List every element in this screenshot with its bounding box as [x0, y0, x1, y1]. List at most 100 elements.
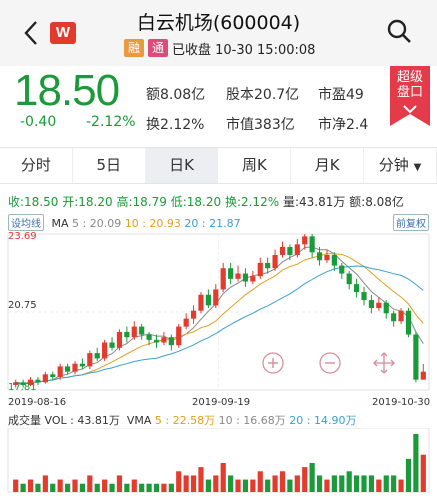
volume-bar — [124, 483, 130, 492]
vma20-value: 20 : 14.90万 — [289, 414, 357, 427]
volume-bar — [42, 475, 48, 492]
volume-bar — [324, 479, 330, 492]
move-icon[interactable] — [373, 352, 395, 374]
candle — [183, 318, 189, 327]
info-volume: 量:43.81万 — [282, 195, 346, 209]
candle — [346, 273, 352, 285]
candle — [50, 374, 56, 377]
volume-bar — [27, 479, 34, 492]
candle — [383, 302, 389, 314]
info-low: 低:18.20 — [170, 195, 222, 209]
market-status: 已收盘 10-30 15:00:08 — [172, 42, 316, 58]
candle — [64, 366, 71, 372]
volume-bar — [109, 483, 115, 492]
last-price: 18.50 — [14, 66, 120, 115]
volume-bar — [116, 475, 123, 492]
market-cap-stat: 市值383亿 — [226, 117, 295, 133]
volume-bar — [57, 479, 63, 492]
kline-chart[interactable] — [0, 228, 437, 396]
volume-bar — [257, 471, 263, 492]
volume-bar — [309, 463, 315, 492]
candle — [79, 363, 85, 367]
promo-line1: 超级 — [396, 70, 423, 85]
candle — [368, 300, 375, 309]
connect-badge: 通 — [148, 39, 168, 57]
volume-bar — [183, 475, 189, 492]
tab-minute-label: 分钟 — [378, 156, 409, 174]
volume-bar — [79, 483, 85, 492]
candle — [413, 334, 419, 380]
tab-intraday[interactable]: 分时 — [0, 148, 73, 183]
candle — [198, 294, 204, 311]
volume-bar — [20, 483, 26, 492]
vma-label: VMA — [126, 414, 152, 427]
zoom-in-icon[interactable] — [262, 352, 284, 374]
volume-bar — [72, 479, 78, 492]
equity-stat: 股本20.7亿 — [226, 87, 300, 103]
volume-bar — [176, 471, 182, 492]
volume-bar — [398, 479, 404, 492]
volume-bar — [405, 458, 412, 492]
candle — [139, 326, 145, 335]
tab-weekly-k[interactable]: 周K — [218, 148, 292, 183]
volume-bar — [383, 475, 389, 492]
candle — [94, 353, 100, 359]
tab-minute[interactable]: 分钟 ▼ — [364, 148, 437, 183]
tab-daily-k[interactable]: 日K — [145, 148, 219, 183]
candle — [102, 342, 108, 359]
margin-trading-badge: 融 — [124, 39, 144, 57]
candle — [168, 337, 174, 346]
period-tabs: 分时 5日 日K 周K 月K 分钟 ▼ — [0, 147, 437, 184]
super-orderbook-label[interactable]: 超级 盘口 — [390, 66, 430, 100]
candle — [250, 276, 256, 282]
candle — [309, 236, 315, 253]
pe-stat: 市盈49 — [318, 87, 364, 103]
volume-bar — [64, 483, 71, 492]
candle — [265, 262, 271, 269]
dropdown-arrow-icon: ▼ — [413, 162, 422, 173]
stock-title: 白云机场(600004) — [136, 12, 301, 34]
candle — [294, 244, 300, 255]
volume-bar — [146, 483, 152, 492]
volume-bar — [250, 479, 256, 492]
volume-bar — [87, 475, 93, 492]
zoom-out-icon[interactable] — [319, 352, 341, 374]
volume-bar — [35, 483, 41, 492]
y-axis-bottom: 17.81 — [8, 382, 37, 393]
tab-monthly-k[interactable]: 月K — [291, 148, 365, 183]
candle — [124, 331, 130, 338]
header-bar: W 白云机场(600004) 融 通 已收盘 10-30 15:00:08 — [0, 0, 437, 66]
volume-bar — [94, 483, 100, 492]
candle — [87, 353, 93, 367]
candle — [391, 313, 397, 322]
candle — [57, 366, 63, 377]
vma10-value: 10 : 16.68万 — [218, 414, 286, 427]
candle — [42, 374, 48, 383]
candle — [257, 262, 263, 277]
candle — [153, 339, 160, 343]
turnover-stat: 换2.12% — [146, 117, 205, 133]
tab-5day[interactable]: 5日 — [73, 148, 146, 183]
volume-bar — [131, 479, 137, 492]
candle — [331, 254, 337, 266]
volume-bar — [139, 483, 145, 492]
candle — [205, 294, 211, 306]
candle — [354, 284, 360, 293]
ma5-line — [15, 246, 424, 385]
volume-bar — [376, 479, 382, 492]
candle — [228, 268, 234, 279]
candle — [220, 268, 226, 290]
y-axis-mid: 20.75 — [8, 300, 37, 311]
volume-bar — [302, 467, 308, 492]
volume-bar — [205, 479, 211, 492]
candle — [161, 337, 167, 343]
candle — [316, 252, 323, 261]
volume-bar — [346, 471, 352, 492]
candle — [279, 247, 286, 255]
kline-info-row: 收:18.50 开:18.20 高:18.79 低:18.20 换:2.12% … — [8, 193, 404, 210]
volume-bar — [190, 475, 197, 492]
candle — [190, 310, 197, 319]
volume-bar — [361, 475, 367, 492]
amount-stat: 额8.08亿 — [146, 87, 206, 103]
search-icon[interactable] — [386, 18, 412, 44]
